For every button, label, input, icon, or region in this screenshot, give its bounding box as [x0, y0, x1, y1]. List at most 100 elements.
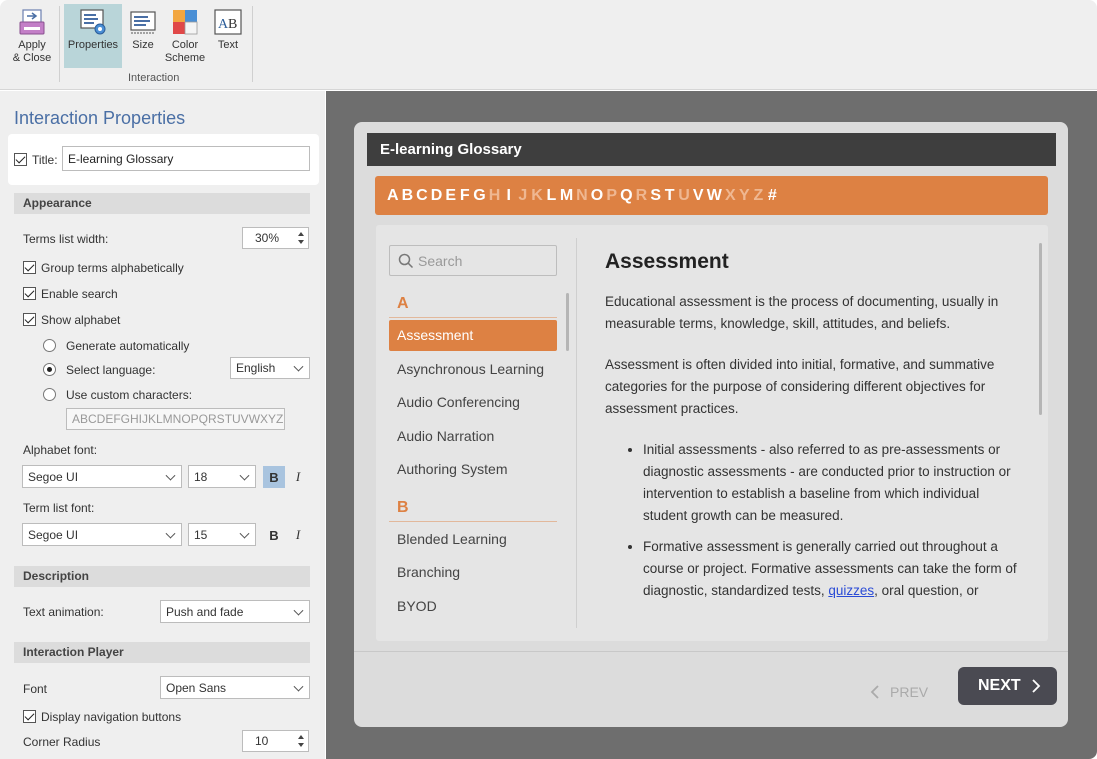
- alphabet-letter-v[interactable]: V: [693, 187, 704, 205]
- glossary-title: E-learning Glossary: [367, 133, 1056, 166]
- ribbon-separator: [252, 6, 253, 82]
- chevron-down-icon: [165, 470, 176, 481]
- alphabet-letter-n: N: [576, 186, 588, 204]
- alphabet-letter-e[interactable]: E: [445, 187, 456, 205]
- alphabet-letter-p: P: [606, 186, 617, 204]
- detail-scrollbar[interactable]: [1039, 243, 1042, 415]
- color-scheme-label: Color Scheme: [164, 39, 206, 64]
- alphabet-letter-c[interactable]: C: [416, 187, 428, 205]
- spinner-down-icon[interactable]: [298, 240, 304, 244]
- group-terms-checkbox[interactable]: [23, 261, 36, 274]
- letter-divider: [389, 521, 557, 522]
- chevron-right-icon: [1032, 679, 1040, 693]
- term-size-select[interactable]: 15: [188, 523, 256, 546]
- language-select[interactable]: English: [230, 357, 310, 379]
- alphabet-letter-b[interactable]: B: [402, 187, 414, 205]
- apply-close-button[interactable]: Apply & Close: [8, 4, 56, 68]
- size-button[interactable]: Size: [125, 4, 161, 68]
- term-list-scrollbar[interactable]: [566, 293, 569, 351]
- quizzes-link[interactable]: quizzes: [828, 583, 874, 598]
- terms-width-value: 30%: [255, 231, 280, 245]
- term-item[interactable]: Blended Learning: [389, 524, 557, 555]
- prev-button[interactable]: PREV: [870, 684, 928, 700]
- show-alphabet-label: Show alphabet: [41, 313, 121, 327]
- alphabet-size-select[interactable]: 18: [188, 465, 256, 488]
- alphabet-letter-d[interactable]: D: [431, 187, 443, 205]
- generate-auto-radio[interactable]: [43, 339, 56, 352]
- alphabet-letter-s[interactable]: S: [650, 187, 661, 205]
- alphabet-font-value: Segoe UI: [28, 469, 79, 484]
- alphabet-letter-a[interactable]: A: [387, 187, 399, 205]
- chevron-down-icon: [239, 470, 250, 481]
- alphabet-letter-m[interactable]: M: [560, 187, 573, 205]
- pane-divider: [576, 238, 577, 628]
- detail-paragraph: Assessment is often divided into initial…: [605, 357, 995, 416]
- preview-area: E-learning Glossary ABCDEFGHIJKLMNOPQRST…: [326, 91, 1097, 759]
- alphabet-letter-h: H: [488, 186, 501, 204]
- player-section-header[interactable]: Interaction Player: [14, 642, 310, 663]
- ribbon-separator: [59, 6, 60, 82]
- description-section-header[interactable]: Description: [14, 566, 310, 587]
- spinner-down-icon[interactable]: [298, 743, 304, 747]
- alphabet-letter-y: Y: [739, 186, 750, 204]
- properties-icon: [80, 9, 106, 35]
- term-item[interactable]: Branching: [389, 557, 557, 588]
- term-item[interactable]: Authoring System: [389, 454, 557, 485]
- term-item[interactable]: BYOD: [389, 591, 557, 622]
- term-size-value: 15: [194, 527, 208, 542]
- spinner-up-icon[interactable]: [298, 735, 304, 739]
- term-item[interactable]: Assessment: [389, 320, 557, 351]
- alphabet-bold-button[interactable]: B: [263, 466, 285, 488]
- alphabet-letter-f[interactable]: F: [459, 187, 470, 205]
- term-item[interactable]: Asynchronous Learning: [389, 354, 557, 385]
- enable-search-checkbox[interactable]: [23, 287, 36, 300]
- properties-button[interactable]: Properties: [64, 4, 122, 68]
- detail-paragraph: Educational assessment is the process of…: [605, 294, 999, 331]
- player-font-select[interactable]: Open Sans: [160, 676, 310, 699]
- term-bold-button[interactable]: B: [263, 524, 285, 546]
- alphabet-letter-i[interactable]: I: [503, 187, 514, 205]
- group-terms-label: Group terms alphabetically: [41, 261, 184, 275]
- term-item[interactable]: Audio Narration: [389, 421, 557, 452]
- custom-chars-radio[interactable]: [43, 388, 56, 401]
- term-italic-button[interactable]: I: [287, 524, 309, 546]
- custom-chars-input[interactable]: ABCDEFGHIJKLMNOPQRSTUVWXYZ: [66, 408, 285, 430]
- chevron-down-icon: [239, 528, 250, 539]
- term-font-select[interactable]: Segoe UI: [22, 523, 182, 546]
- corner-radius-spinner[interactable]: 10: [242, 730, 309, 752]
- text-button[interactable]: A B Text: [210, 4, 246, 68]
- display-nav-checkbox[interactable]: [23, 710, 36, 723]
- search-placeholder: Search: [418, 252, 463, 269]
- alphabet-letter-q[interactable]: Q: [620, 187, 632, 205]
- show-alphabet-checkbox[interactable]: [23, 313, 36, 326]
- alphabet-italic-button[interactable]: I: [287, 466, 309, 488]
- text-animation-select[interactable]: Push and fade: [160, 600, 310, 623]
- alphabet-letter-w[interactable]: W: [707, 187, 722, 205]
- alphabet-letter-t[interactable]: T: [664, 187, 675, 205]
- alphabet-font-select[interactable]: Segoe UI: [22, 465, 182, 488]
- glossary-content: Search A Assessment Asynchronous Learnin…: [376, 225, 1048, 641]
- spinner-up-icon[interactable]: [298, 232, 304, 236]
- alphabet-letter-g[interactable]: G: [473, 187, 485, 205]
- select-language-radio[interactable]: [43, 363, 56, 376]
- alphabet-font-label: Alphabet font:: [23, 443, 98, 457]
- appearance-section-header[interactable]: Appearance: [14, 193, 310, 214]
- terms-width-spinner[interactable]: 30%: [242, 227, 309, 249]
- title-checkbox[interactable]: [14, 153, 27, 166]
- font-label: Font: [23, 682, 48, 696]
- term-item[interactable]: Audio Conferencing: [389, 387, 557, 418]
- alphabet-letter-l[interactable]: L: [546, 187, 557, 205]
- term-font-label: Term list font:: [23, 501, 95, 515]
- search-input[interactable]: Search: [389, 245, 557, 276]
- chevron-left-icon: [870, 685, 879, 699]
- color-scheme-button[interactable]: Color Scheme: [163, 4, 207, 68]
- detail-bullet: Formative assessment is generally carrie…: [643, 536, 1027, 602]
- alphabet-letter-hash[interactable]: #: [767, 187, 778, 205]
- alphabet-letter-o[interactable]: O: [591, 187, 603, 205]
- chevron-down-icon: [165, 528, 176, 539]
- alphabet-bar: A B C D E F G H I J K L M N O P Q R S T U V W X Y Z #: [375, 176, 1048, 215]
- language-value: English: [236, 361, 276, 375]
- nav-divider: [354, 651, 1068, 652]
- next-button[interactable]: NEXT: [958, 667, 1057, 705]
- title-input[interactable]: E-learning Glossary: [62, 146, 310, 171]
